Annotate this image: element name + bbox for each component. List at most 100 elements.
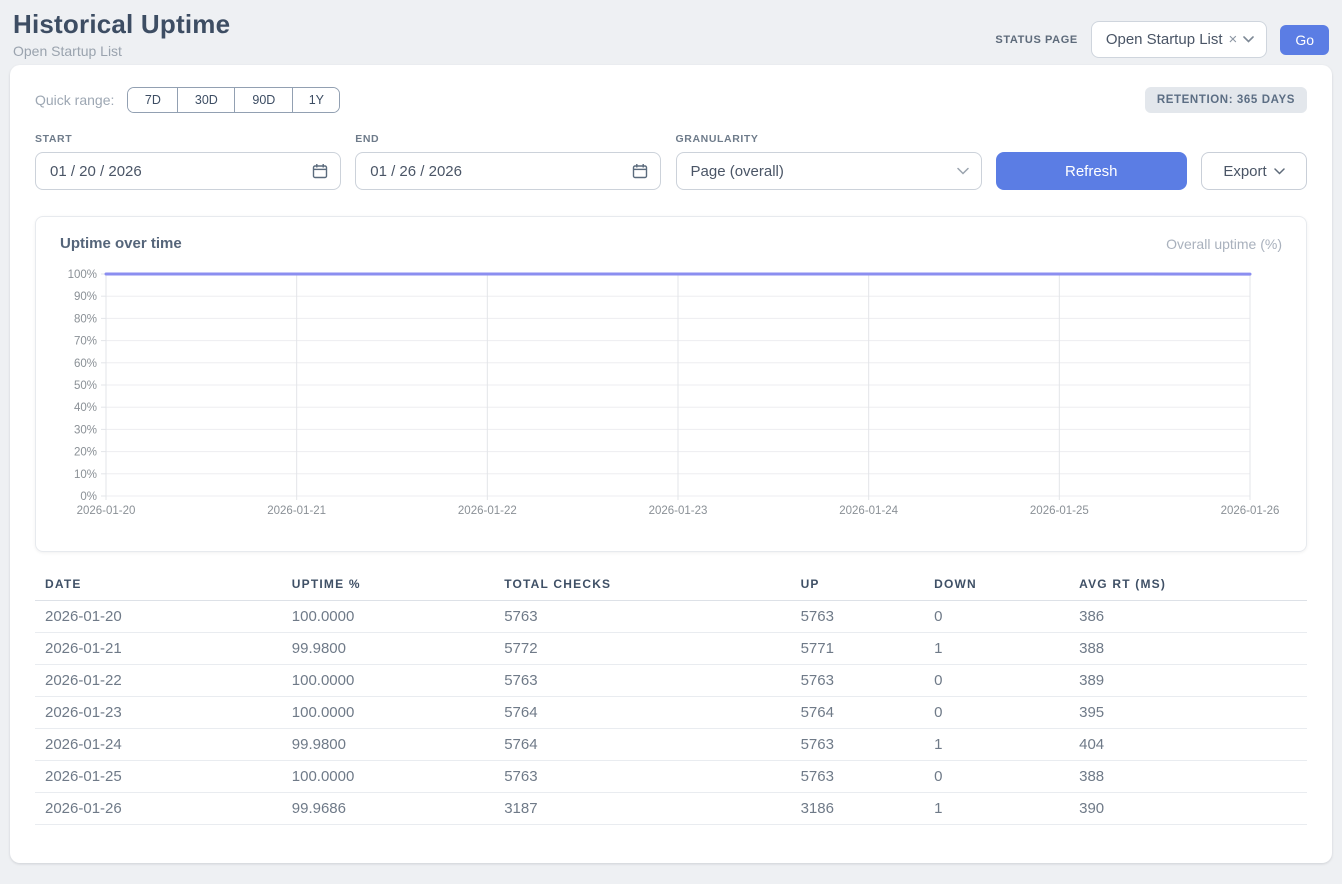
quick-range-button-30d[interactable]: 30D — [177, 88, 234, 112]
table-cell: 2026-01-26 — [35, 793, 282, 825]
table-header-row: DATEUPTIME %TOTAL CHECKSUPDOWNAVG RT (MS… — [35, 568, 1307, 601]
start-date-label: START — [35, 133, 341, 145]
table-cell: 5771 — [791, 633, 925, 665]
table-cell: 99.9800 — [282, 633, 494, 665]
table-cell: 99.9686 — [282, 793, 494, 825]
svg-text:0%: 0% — [80, 491, 97, 503]
table-header-cell: UPTIME % — [282, 568, 494, 601]
chart-header: Uptime over time Overall uptime (%) — [60, 235, 1282, 252]
table-cell: 388 — [1069, 633, 1307, 665]
chevron-down-icon — [1243, 36, 1254, 43]
svg-text:2026-01-20: 2026-01-20 — [77, 505, 136, 517]
svg-text:60%: 60% — [74, 358, 97, 370]
table-cell: 388 — [1069, 761, 1307, 793]
svg-text:20%: 20% — [74, 447, 97, 459]
table-cell: 5763 — [791, 601, 925, 633]
uptime-line-chart: 0%10%20%30%40%50%60%70%80%90%100%2026-01… — [60, 264, 1282, 526]
table-cell: 3187 — [494, 793, 790, 825]
table-cell: 1 — [924, 633, 1069, 665]
chevron-down-icon — [1274, 168, 1285, 175]
table-cell: 100.0000 — [282, 601, 494, 633]
start-date-field-group: START 01 / 20 / 2026 — [35, 133, 341, 190]
svg-text:10%: 10% — [74, 469, 97, 481]
table-cell: 100.0000 — [282, 665, 494, 697]
svg-text:2026-01-25: 2026-01-25 — [1030, 505, 1089, 517]
table-row: 2026-01-2199.9800577257711388 — [35, 633, 1307, 665]
table-cell: 2026-01-20 — [35, 601, 282, 633]
start-date-value: 01 / 20 / 2026 — [50, 163, 142, 180]
table-header-cell: TOTAL CHECKS — [494, 568, 790, 601]
quick-range-button-7d[interactable]: 7D — [128, 88, 177, 112]
granularity-select[interactable]: Page (overall) — [676, 152, 982, 190]
main-panel: Quick range: 7D30D90D1Y RETENTION: 365 D… — [10, 65, 1332, 863]
status-page-select[interactable]: Open Startup List × — [1091, 21, 1268, 58]
end-date-input[interactable]: 01 / 26 / 2026 — [355, 152, 661, 190]
svg-text:50%: 50% — [74, 380, 97, 392]
table-cell: 5764 — [791, 697, 925, 729]
table-cell: 3186 — [791, 793, 925, 825]
table-cell: 2026-01-24 — [35, 729, 282, 761]
quick-range-label: Quick range: — [35, 92, 114, 108]
table-cell: 2026-01-22 — [35, 665, 282, 697]
table-row: 2026-01-25100.0000576357630388 — [35, 761, 1307, 793]
svg-text:70%: 70% — [74, 336, 97, 348]
quick-range-segmented-control: 7D30D90D1Y — [127, 87, 340, 113]
granularity-selected-value: Page (overall) — [691, 163, 784, 180]
export-button[interactable]: Export — [1201, 152, 1307, 190]
table-cell: 1 — [924, 793, 1069, 825]
table-cell: 5763 — [791, 729, 925, 761]
filters-row: START 01 / 20 / 2026 END 01 / 26 / 2026 — [35, 133, 1307, 190]
table-cell: 395 — [1069, 697, 1307, 729]
svg-text:40%: 40% — [74, 402, 97, 414]
quick-range-button-90d[interactable]: 90D — [234, 88, 292, 112]
page-title: Historical Uptime — [13, 9, 230, 40]
svg-text:2026-01-23: 2026-01-23 — [649, 505, 708, 517]
table-cell: 404 — [1069, 729, 1307, 761]
uptime-chart-card: Uptime over time Overall uptime (%) 0% 10… — [35, 216, 1307, 552]
svg-text:30%: 30% — [74, 424, 97, 436]
chevron-down-icon — [957, 167, 969, 175]
refresh-button[interactable]: Refresh — [996, 152, 1187, 190]
table-row: 2026-01-20100.0000576357630386 — [35, 601, 1307, 633]
table-cell: 5764 — [494, 697, 790, 729]
calendar-icon[interactable] — [312, 163, 328, 179]
go-button[interactable]: Go — [1280, 25, 1329, 55]
granularity-field-group: GRANULARITY Page (overall) — [676, 133, 982, 190]
status-page-selected-value: Open Startup List — [1106, 31, 1223, 48]
table-cell: 5763 — [494, 761, 790, 793]
table-cell: 5763 — [791, 761, 925, 793]
table-row: 2026-01-22100.0000576357630389 — [35, 665, 1307, 697]
table-cell: 2026-01-23 — [35, 697, 282, 729]
table-row: 2026-01-23100.0000576457640395 — [35, 697, 1307, 729]
uptime-table: DATEUPTIME %TOTAL CHECKSUPDOWNAVG RT (MS… — [35, 568, 1307, 825]
table-header-cell: DATE — [35, 568, 282, 601]
table-cell: 5763 — [791, 665, 925, 697]
end-date-label: END — [355, 133, 661, 145]
chart-title: Uptime over time — [60, 235, 182, 252]
header-titles: Historical Uptime Open Startup List — [13, 9, 230, 59]
table-cell: 0 — [924, 761, 1069, 793]
quick-range-button-1y[interactable]: 1Y — [292, 88, 339, 112]
app-header: Historical Uptime Open Startup List STAT… — [0, 0, 1342, 65]
svg-text:100%: 100% — [68, 269, 97, 281]
export-button-label: Export — [1223, 163, 1266, 180]
start-date-input[interactable]: 01 / 20 / 2026 — [35, 152, 341, 190]
svg-text:2026-01-26: 2026-01-26 — [1221, 505, 1280, 517]
clear-selection-icon[interactable]: × — [1229, 32, 1238, 47]
table-cell: 99.9800 — [282, 729, 494, 761]
granularity-label: GRANULARITY — [676, 133, 982, 145]
calendar-icon[interactable] — [632, 163, 648, 179]
page-subtitle: Open Startup List — [13, 43, 230, 59]
svg-text:2026-01-22: 2026-01-22 — [458, 505, 517, 517]
chart-legend: Overall uptime (%) — [1166, 236, 1282, 252]
table-header-cell: AVG RT (MS) — [1069, 568, 1307, 601]
table-cell: 100.0000 — [282, 761, 494, 793]
table-cell: 1 — [924, 729, 1069, 761]
table-header-cell: UP — [791, 568, 925, 601]
table-header-cell: DOWN — [924, 568, 1069, 601]
quick-range-group: Quick range: 7D30D90D1Y — [35, 87, 340, 113]
table-cell: 100.0000 — [282, 697, 494, 729]
svg-text:80%: 80% — [74, 313, 97, 325]
table-cell: 0 — [924, 697, 1069, 729]
svg-text:2026-01-21: 2026-01-21 — [267, 505, 326, 517]
